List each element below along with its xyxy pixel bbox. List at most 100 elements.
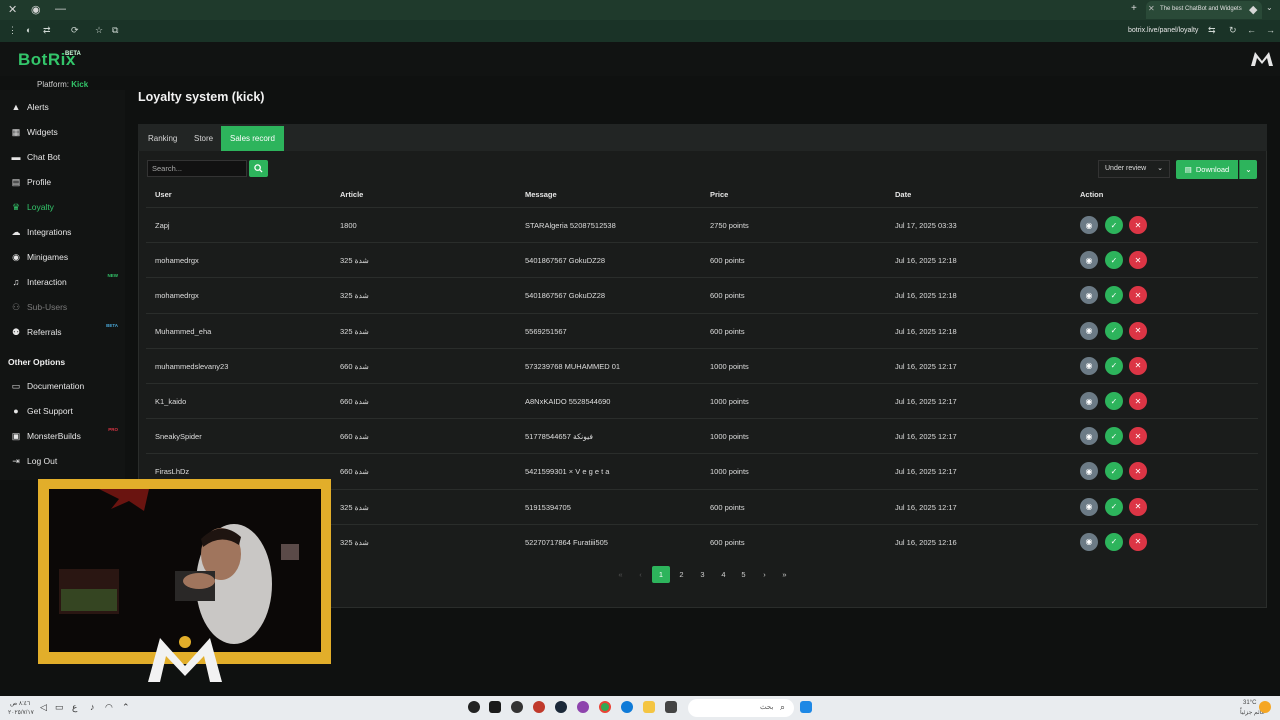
reject-button[interactable]: ✕ (1129, 392, 1147, 410)
steam-icon[interactable] (555, 701, 567, 713)
app-icon-10[interactable] (665, 701, 677, 713)
reject-button[interactable]: ✕ (1129, 356, 1147, 375)
taskbar-search-text: بحث (760, 704, 774, 711)
approve-button[interactable]: ✓ (1105, 497, 1123, 516)
tab-search-icon[interactable]: ⌄ (1266, 3, 1273, 12)
taskbar-search[interactable]: بحث (688, 699, 794, 717)
first-page-button[interactable]: « (613, 566, 628, 583)
app-icon-3[interactable] (511, 701, 523, 713)
network-icon[interactable]: ▭ (55, 702, 64, 713)
browser-tab[interactable]: The best ChatBot and Widgets (1146, 1, 1262, 19)
download-button[interactable]: ▤ Download (1176, 160, 1238, 179)
sidebar-item-referrals[interactable]: ⚉ Referrals BETA (10, 323, 122, 339)
bookmark-star-icon[interactable]: ☆ (95, 25, 103, 36)
mic-icon[interactable]: ♪ (90, 702, 95, 712)
page-button-5[interactable]: 5 (736, 566, 751, 583)
sidebar-item-label: Integrations (27, 227, 72, 237)
cell-price: 600 points (710, 537, 745, 547)
reject-button[interactable]: ✕ (1129, 497, 1147, 516)
app-icon-1[interactable] (468, 701, 480, 713)
weather-icon[interactable] (1259, 701, 1271, 713)
approve-button[interactable]: ✓ (1105, 216, 1123, 234)
new-tab-icon[interactable]: + (1131, 3, 1137, 14)
minimize-icon[interactable]: — (55, 3, 66, 15)
page-button-3[interactable]: 3 (695, 566, 710, 583)
weather-temp[interactable]: 31°C (1243, 700, 1256, 706)
chrome-taskbar-icon[interactable] (599, 701, 611, 713)
approve-button[interactable]: ✓ (1105, 321, 1123, 340)
url-text[interactable]: botrix.live/panel/loyalty (1128, 27, 1198, 34)
tab-sales-record[interactable]: Sales record (221, 126, 284, 151)
check-icon: ✓ (1110, 537, 1118, 547)
cell-date: Jul 16, 2025 12:17 (895, 432, 957, 442)
platform-label: Platform: (37, 80, 70, 89)
taskbar-clock-date[interactable]: ٢٠٢٥/٧/١٧ (8, 709, 34, 716)
column-header-message: Message (525, 190, 557, 199)
edge-icon[interactable] (621, 701, 633, 713)
cell-message: 5569251567 (525, 326, 567, 336)
sidebar-item-widgets[interactable]: ▦ Widgets (10, 125, 122, 139)
extension-icon[interactable]: ◐ (26, 25, 31, 35)
sidebar-item-monsterbuilds[interactable]: ▣ MonsterBuilds PRO (10, 427, 122, 443)
sidebar-item-interaction[interactable]: ♫ Interaction NEW (10, 273, 122, 289)
search-input[interactable] (147, 160, 247, 177)
windows-start-icon[interactable] (800, 701, 812, 713)
search-button[interactable] (249, 160, 268, 177)
app-icon-6[interactable] (577, 701, 589, 713)
file-explorer-icon[interactable] (643, 701, 655, 713)
reject-button[interactable]: ✕ (1129, 532, 1147, 551)
reject-button[interactable]: ✕ (1129, 216, 1147, 234)
help-icon: ● (13, 406, 19, 416)
sidebar-item-get-support[interactable]: ● Get Support (10, 404, 122, 418)
sidebar-item-chat-bot[interactable]: ▬ Chat Bot (10, 150, 122, 164)
status-filter-select[interactable]: Under review ⌄ (1098, 160, 1170, 178)
tab-close-icon[interactable]: ✕ (1148, 4, 1155, 13)
view-button[interactable]: ◉ (1080, 356, 1098, 375)
share-icon[interactable]: ⧉ (112, 25, 118, 36)
approve-button[interactable]: ✓ (1105, 532, 1123, 551)
reload-page-icon[interactable]: ⟳ (71, 25, 79, 36)
cell-price: 2750 points (710, 221, 749, 230)
view-button[interactable]: ◉ (1080, 532, 1098, 551)
menu-icon[interactable]: ⋮ (8, 25, 17, 36)
cell-date: Jul 16, 2025 12:18 (895, 326, 957, 336)
sidebar-item-minigames[interactable]: ◉ Minigames (10, 250, 122, 264)
next-page-button[interactable]: › (757, 566, 772, 583)
view-button[interactable]: ◉ (1080, 216, 1098, 234)
sidebar-item-documentation[interactable]: ▭ Documentation (10, 379, 122, 393)
language-icon[interactable]: ع (72, 702, 77, 713)
wifi-icon[interactable]: ◠ (105, 702, 113, 713)
sidebar-item-loyalty[interactable]: ♛ Loyalty (10, 200, 122, 214)
sidebar-item-profile[interactable]: ▤ Profile (10, 175, 122, 189)
approve-button[interactable]: ✓ (1105, 392, 1123, 410)
page-button-1[interactable]: 1 (652, 566, 670, 583)
sidebar-item-integrations[interactable]: ☁ Integrations (10, 225, 122, 239)
download-dropdown-button[interactable]: ⌄ (1239, 160, 1257, 179)
app-icon-2[interactable] (489, 701, 501, 713)
reject-button[interactable]: ✕ (1129, 321, 1147, 340)
page-button-4[interactable]: 4 (716, 566, 731, 583)
page-button-2[interactable]: 2 (674, 566, 689, 583)
forward-icon[interactable]: → (1266, 25, 1275, 35)
tab-ranking[interactable]: Ranking (139, 126, 186, 151)
view-button[interactable]: ◉ (1080, 497, 1098, 516)
tab-store[interactable]: Store (185, 126, 222, 151)
tray-chevron-icon[interactable]: ⌃ (122, 702, 130, 713)
last-page-button[interactable]: » (777, 566, 792, 583)
volume-icon[interactable]: ◁ (40, 702, 47, 713)
reload-icon[interactable]: ↻ (1229, 25, 1237, 36)
translate-icon[interactable]: ⇆ (1208, 25, 1216, 36)
approve-button[interactable]: ✓ (1105, 356, 1123, 375)
sidebar-item-log-out[interactable]: ⇥ Log Out (10, 454, 122, 468)
view-button[interactable]: ◉ (1080, 321, 1098, 340)
view-button[interactable]: ◉ (1080, 392, 1098, 410)
close-window-icon[interactable]: ✕ (8, 3, 17, 16)
app-icon-4[interactable] (533, 701, 545, 713)
sidebar-item-alerts[interactable]: ▲ Alerts (10, 100, 122, 114)
check-icon: ✓ (1110, 255, 1118, 265)
taskbar-clock-time[interactable]: ٨:٤٦ ص (10, 700, 30, 707)
sidebar-item-sub-users[interactable]: ⚇ Sub-Users (10, 300, 122, 314)
extension2-icon[interactable]: ⇄ (43, 25, 51, 36)
prev-page-button[interactable]: ‹ (633, 566, 648, 583)
back-icon[interactable]: ← (1247, 25, 1256, 35)
